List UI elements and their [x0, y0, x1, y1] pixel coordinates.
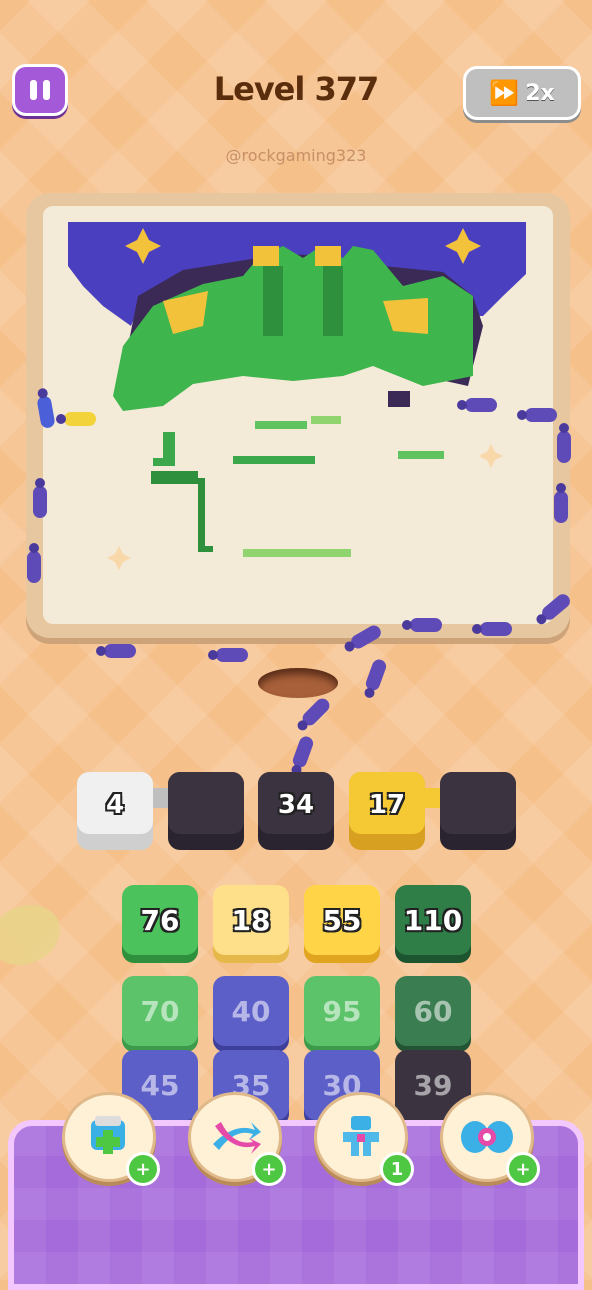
speed-label: 2x — [525, 80, 555, 106]
shooter-slot[interactable] — [168, 772, 244, 850]
ant — [517, 408, 557, 422]
slot-count: 4 — [105, 790, 125, 820]
picture-canvas — [43, 206, 553, 624]
booster-count-badge: 1 — [380, 1152, 414, 1186]
stem-piece — [151, 471, 213, 552]
magnet-claw-booster-icon — [343, 1116, 379, 1156]
shuffle-arrows-booster-icon — [213, 1122, 261, 1154]
booster-badge: + — [126, 1152, 160, 1186]
tile[interactable]: 110 — [395, 885, 471, 955]
stem-piece — [153, 432, 175, 466]
add-box-booster-icon — [91, 1116, 125, 1154]
ant — [557, 431, 571, 463]
speed-toggle-button[interactable]: ⏩ 2x — [463, 66, 581, 120]
tile[interactable]: 70 — [122, 976, 198, 1046]
frog-stripe-right — [323, 266, 343, 336]
tile[interactable]: 60 — [395, 976, 471, 1046]
fast-forward-icon: ⏩ — [489, 79, 520, 107]
leaf-piece — [398, 451, 444, 459]
picture-board — [26, 193, 570, 638]
shooter-slot[interactable] — [440, 772, 516, 850]
leaf-piece — [255, 421, 307, 429]
booster-badge: + — [252, 1152, 286, 1186]
dark-piece — [388, 391, 410, 407]
shooter-slot[interactable]: 17 — [349, 772, 425, 850]
ant — [56, 412, 96, 426]
star-small-left — [107, 546, 131, 570]
star-small-right — [479, 444, 503, 468]
ant — [472, 622, 512, 636]
frog-pupil-left — [253, 246, 279, 266]
slot-face — [440, 772, 516, 834]
leaf-piece — [311, 416, 341, 424]
tile[interactable]: 95 — [304, 976, 380, 1046]
ant — [33, 486, 47, 518]
slot-count: 34 — [277, 790, 315, 820]
tile[interactable]: 55 — [304, 885, 380, 955]
ant — [208, 648, 248, 662]
slot-face — [168, 772, 244, 834]
ant-hole — [258, 668, 338, 698]
shooter-slot[interactable]: 34 — [258, 772, 334, 850]
tile[interactable]: 76 — [122, 885, 198, 955]
ant — [554, 491, 568, 523]
frog-pupil-right — [315, 246, 341, 266]
leaf-piece — [233, 456, 315, 464]
booster-badge: + — [506, 1152, 540, 1186]
slot-count: 17 — [368, 790, 406, 820]
ant — [27, 551, 41, 583]
watermark: @rockgaming323 — [225, 146, 367, 165]
pixel-picture — [68, 222, 526, 570]
ant — [96, 644, 136, 658]
frog-stripe-left — [263, 266, 283, 336]
leaf-piece — [243, 549, 351, 557]
shooter-slot[interactable]: 4 — [77, 772, 153, 850]
ant — [402, 618, 442, 632]
tile[interactable]: 18 — [213, 885, 289, 955]
ant — [457, 398, 497, 412]
bow-booster-icon — [461, 1121, 513, 1153]
background — [0, 0, 592, 1280]
tile[interactable]: 40 — [213, 976, 289, 1046]
